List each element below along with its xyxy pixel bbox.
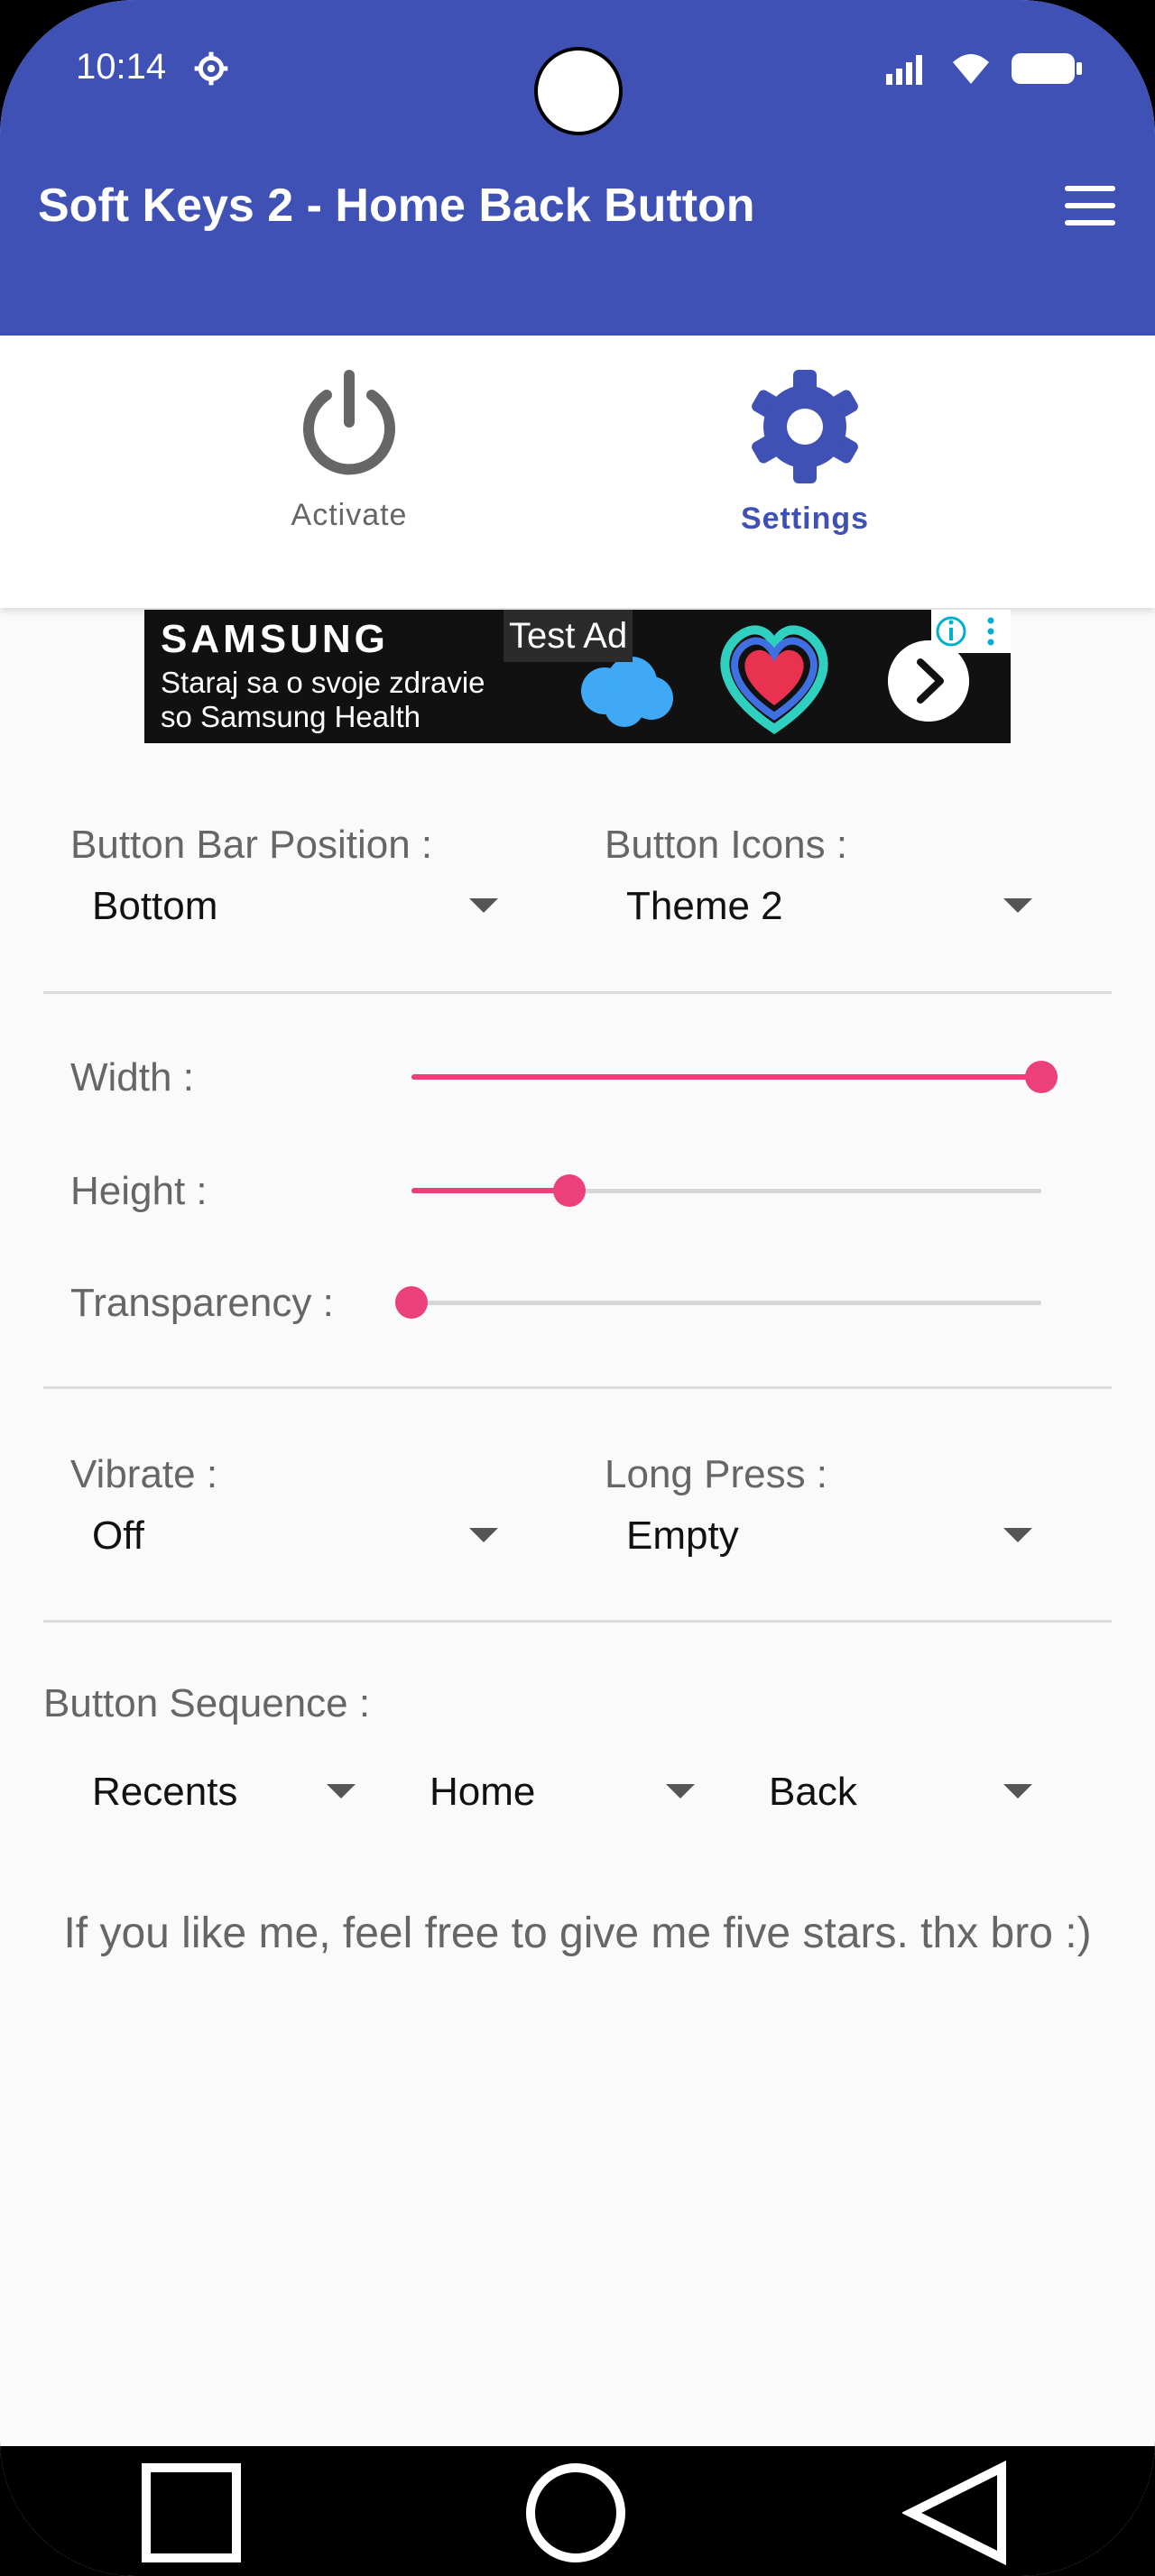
gear-icon [752,370,858,483]
button-sequence-label: Button Sequence : [43,1681,371,1725]
divider [43,1386,1112,1389]
slider-thumb[interactable] [395,1286,428,1319]
tab-settings[interactable]: Settings [670,368,940,537]
dropdown-arrow-icon [469,898,498,913]
ad-brand: SAMSUNG [161,617,389,661]
button-bar-position-value: Bottom [92,884,218,928]
dropdown-arrow-icon [666,1784,695,1799]
sequence-value: Recents [92,1770,238,1814]
dropdown-arrow-icon [1003,898,1032,913]
system-nav-bar [0,2446,1155,2576]
slider-thumb[interactable] [1025,1061,1058,1093]
back-triangle-icon[interactable] [902,2459,1011,2567]
ad-text-line: so Samsung Health [161,700,420,733]
home-circle-icon[interactable] [522,2459,630,2567]
phone-screen: 10:14 Soft Keys 2 - Home Back Button Act… [0,0,1155,2576]
button-bar-position-label: Button Bar Position : [70,823,433,867]
cellular-signal-icon [886,55,922,85]
ad-blob-graphic [581,657,673,727]
long-press-label: Long Press : [605,1452,828,1496]
divider [43,991,1112,994]
transparency-slider[interactable] [395,1284,1041,1320]
height-label: Height : [70,1169,208,1213]
power-icon [303,370,395,475]
width-slider[interactable] [411,1059,1058,1095]
rating-message: If you like me, feel free to give me fiv… [63,1909,1092,1957]
tab-label: Settings [740,501,870,536]
app-bar: 10:14 Soft Keys 2 - Home Back Button [0,0,1155,336]
dropdown-arrow-icon [1003,1784,1032,1799]
divider [43,1620,1112,1623]
tab-activate[interactable]: Activate [214,368,485,533]
slider-thumb[interactable] [552,1174,586,1207]
ad-test-badge: Test Ad [504,610,633,662]
button-icons-value: Theme 2 [626,884,783,928]
tab-label: Activate [291,498,408,532]
camera-cutout [534,47,623,135]
dropdown-arrow-icon [469,1528,498,1542]
app-title: Soft Keys 2 - Home Back Button [38,179,755,232]
tab-bar: Activate Settings [0,336,1155,608]
sequence-value: Home [430,1770,536,1814]
status-icons [886,51,1083,87]
ad-banner[interactable]: SAMSUNG Staraj sa o svoje zdravie so Sam… [144,610,1011,743]
long-press-value: Empty [626,1513,739,1558]
width-label: Width : [70,1055,194,1099]
transparency-label: Transparency : [70,1281,334,1325]
recents-square-icon[interactable] [137,2459,245,2567]
height-slider[interactable] [411,1173,1041,1209]
vibrate-label: Vibrate : [70,1452,218,1496]
button-icons-label: Button Icons : [605,823,848,867]
dropdown-arrow-icon [327,1784,356,1799]
sequence-value: Back [769,1770,857,1814]
wifi-icon [953,54,989,84]
battery-icon [1012,53,1082,84]
status-time: 10:14 [76,47,167,87]
ad-text-line: Staraj sa o svoje zdravie [161,666,485,699]
dropdown-arrow-icon [1003,1528,1032,1542]
ad-info-icon[interactable] [931,610,1011,653]
heart-icon [720,625,828,735]
hamburger-menu-icon[interactable] [1065,186,1115,225]
vibrate-value: Off [92,1513,144,1558]
settings-gear-icon [194,51,228,86]
